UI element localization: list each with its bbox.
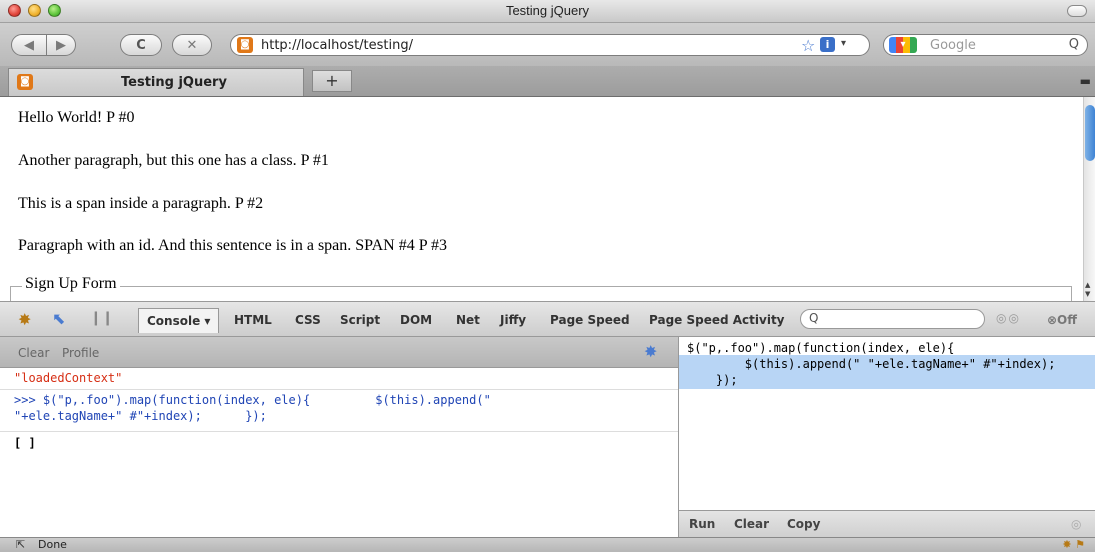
editor-line-3[interactable]: }); xyxy=(687,373,738,387)
address-bar[interactable]: ◙ http://localhost/testing/ ☆ i ▾ xyxy=(230,34,870,56)
tab-net[interactable]: Net xyxy=(456,313,480,327)
search-input[interactable]: ▾ Google Q xyxy=(883,34,1088,56)
editor-clear-button[interactable]: Clear xyxy=(734,517,769,531)
search-icon: Q xyxy=(809,311,819,325)
paragraph-1: Another paragraph, but this one has a cl… xyxy=(18,152,329,169)
reload-icon: C xyxy=(136,37,146,53)
console-panel: Clear Profile ✸ "loadedContext" >>> $("p… xyxy=(0,337,678,537)
copy-button[interactable]: Copy xyxy=(787,517,820,531)
command-entry-row: >>> $("p,.foo").map(function(index, ele)… xyxy=(0,389,678,432)
paragraph-3: Paragraph with an id. And this sentence … xyxy=(18,237,448,254)
console-clear-button[interactable]: Clear xyxy=(18,346,49,360)
console-profile-button[interactable]: Profile xyxy=(62,346,99,360)
history-dropdown-icon[interactable]: ▾ xyxy=(841,38,846,49)
status-connection-icon: ⇱ xyxy=(16,538,26,551)
tab-console[interactable]: Console ▾ xyxy=(138,308,220,333)
page-content: Hello World! P #0 Another paragraph, but… xyxy=(0,97,1083,301)
search-engine-icon[interactable]: ▾ xyxy=(889,37,917,53)
firebug-bug-icon[interactable]: ✸ xyxy=(644,342,657,361)
log-entry-text: "loadedContext" xyxy=(14,371,123,385)
tab-page-speed-activity[interactable]: Page Speed Activity xyxy=(649,313,785,327)
editor-line-2[interactable]: $(this).append(" "+ele.tagName+" #"+inde… xyxy=(687,357,1056,371)
url-text: http://localhost/testing/ xyxy=(261,38,414,53)
tab-jiffy[interactable]: Jiffy xyxy=(500,313,526,327)
navigation-toolbar: ◀ ▶ C ✕ ◙ http://localhost/testing/ ☆ i … xyxy=(0,23,1095,66)
firebug-bug-icon[interactable]: ✸ xyxy=(18,310,31,329)
editor-footer: Run Clear Copy ◎ xyxy=(679,510,1095,538)
bookmark-star-icon[interactable]: ☆ xyxy=(801,36,815,55)
run-button[interactable]: Run xyxy=(689,517,715,531)
scroll-arrows-icon[interactable]: ▲ ▼ xyxy=(1085,281,1090,299)
window-title: Testing jQuery xyxy=(505,3,590,18)
command-result[interactable]: [ ] xyxy=(14,436,36,450)
toolbar-toggle-button[interactable] xyxy=(1067,5,1087,17)
search-magnifier-icon[interactable]: Q xyxy=(1069,37,1079,52)
firebug-search-input[interactable]: Q xyxy=(800,309,985,329)
tab-list-icon[interactable]: ▬ xyxy=(1080,74,1091,88)
command-text-line-2: "+ele.tagName+" #"+index); }); xyxy=(14,409,267,423)
command-editor-panel[interactable]: $("p,.foo").map(function(index, ele){ $(… xyxy=(678,337,1095,538)
forward-arrow-icon: ▶ xyxy=(56,37,66,53)
status-addon-icons[interactable]: ✸ ⚑ xyxy=(1062,538,1085,551)
tab-dom[interactable]: DOM xyxy=(400,313,432,327)
command-text-line-1: >>> $("p,.foo").map(function(index, ele)… xyxy=(14,393,491,407)
tab-label: Testing jQuery xyxy=(121,75,227,90)
firebug-off-button[interactable]: ⊗Off xyxy=(1047,313,1077,327)
reload-button[interactable]: C xyxy=(120,34,162,56)
tab-css[interactable]: CSS xyxy=(295,313,321,327)
console-subtoolbar: Clear Profile ✸ xyxy=(0,337,678,368)
tab-favicon-icon: ◙ xyxy=(17,74,33,90)
stop-icon: ✕ xyxy=(186,37,198,53)
stop-button[interactable]: ✕ xyxy=(172,34,212,56)
page-scrollbar[interactable]: ▲ ▼ xyxy=(1083,97,1095,301)
status-text: Done xyxy=(38,538,67,551)
tab-html[interactable]: HTML xyxy=(234,313,272,327)
minimize-detach-icons[interactable]: ◎◎ xyxy=(996,311,1021,325)
firebug-toolbar: ✸ ⬉ ❙❙ Console ▾ HTML CSS Script DOM Net… xyxy=(0,301,1095,337)
inspect-element-icon[interactable]: ⬉ xyxy=(52,309,65,328)
search-placeholder: Google xyxy=(930,38,976,53)
back-arrow-icon: ◀ xyxy=(24,37,34,53)
tab-page-speed[interactable]: Page Speed xyxy=(550,313,630,327)
pause-icon[interactable]: ❙❙ xyxy=(90,310,113,326)
tab-testing-jquery[interactable]: ◙ Testing jQuery xyxy=(8,68,304,96)
status-bar: ⇱ Done ✸ ⚑ xyxy=(0,537,1095,552)
signup-fieldset xyxy=(10,286,1072,301)
forward-button[interactable]: ▶ xyxy=(46,34,76,56)
tab-script[interactable]: Script xyxy=(340,313,380,327)
scrollbar-thumb[interactable] xyxy=(1085,105,1095,161)
paragraph-2: This is a span inside a paragraph. P #2 xyxy=(18,195,264,212)
site-info-icon[interactable]: i xyxy=(820,37,835,52)
fieldset-legend: Sign Up Form xyxy=(22,275,120,293)
title-bar: Testing jQuery xyxy=(0,0,1095,23)
collapse-editor-icon[interactable]: ◎ xyxy=(1071,517,1081,531)
new-tab-button[interactable]: + xyxy=(312,70,352,92)
editor-line-1[interactable]: $("p,.foo").map(function(index, ele){ xyxy=(687,341,954,355)
log-entry-row: "loadedContext" xyxy=(0,367,678,390)
tab-bar: ◙ Testing jQuery + ▬ xyxy=(0,66,1095,97)
back-button[interactable]: ◀ xyxy=(11,34,47,56)
site-favicon-icon: ◙ xyxy=(237,37,253,53)
paragraph-0: Hello World! P #0 xyxy=(18,109,135,126)
